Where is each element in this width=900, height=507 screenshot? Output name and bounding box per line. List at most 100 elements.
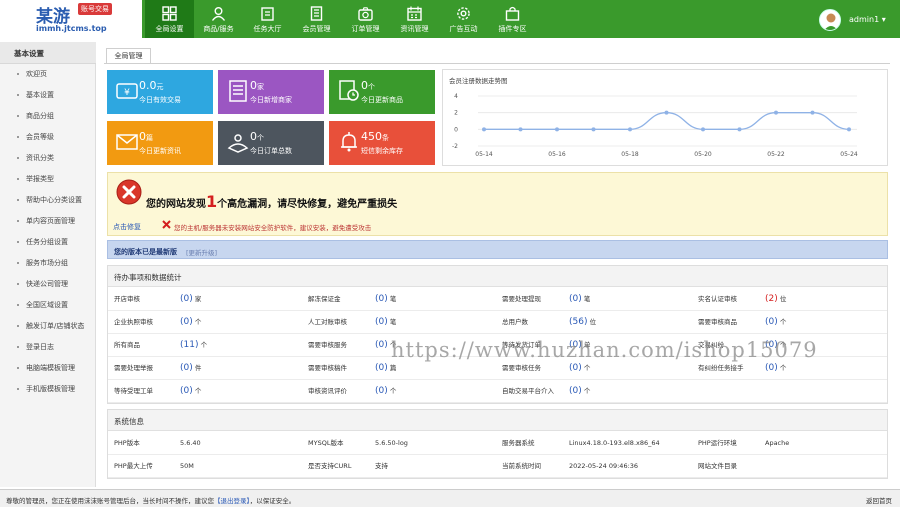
sysinfo-label: 是否支持CURL [308, 462, 352, 470]
site-logo[interactable]: 某游 账号交易 immh.jtcms.top [0, 0, 142, 38]
nav-tab-8[interactable]: 插件专区 [488, 0, 537, 38]
todo-unit: 家 [194, 295, 202, 303]
todo-value[interactable]: (0) 个 [569, 380, 590, 403]
user-name: admin1 [849, 15, 880, 24]
user-avatar[interactable] [819, 9, 841, 31]
status-message: 尊敬的管理员，您正在使用沫沫账号管理后台，当长时间不操作，建议您【退出登录】，以… [6, 495, 295, 505]
sidebar-item[interactable]: 快递公司管理 [0, 274, 96, 294]
data-point [847, 127, 851, 132]
clock-doc-icon [339, 80, 359, 101]
todo-value[interactable]: (11) 个 [180, 334, 207, 357]
todo-count-number: 0 [572, 363, 579, 373]
sidebar-item[interactable]: 基本设置 [0, 85, 96, 105]
x-tick-label: 05-22 [767, 151, 785, 158]
todo-label: 需要审核商品 [698, 318, 737, 326]
todo-value[interactable]: (0) 个 [180, 311, 201, 334]
fix-link[interactable]: 点击修复 [113, 222, 141, 232]
todo-value[interactable]: (0) 个 [375, 380, 396, 403]
todo-count-number: 0 [378, 386, 385, 396]
nav-tab-1[interactable]: 全局设置 [145, 0, 194, 38]
tile-number: 0 [250, 130, 257, 143]
nav-tab-5[interactable]: 订单管理 [341, 0, 390, 38]
sidebar-item[interactable]: 单内容页面管理 [0, 211, 96, 231]
tile-value: 450条 [361, 130, 389, 143]
todo-value[interactable]: (0) 家 [180, 288, 201, 311]
stat-tile[interactable]: ¥0.0元 今日有效交易 [107, 70, 213, 114]
stat-tile[interactable]: 0篇 今日更新资讯 [107, 121, 213, 165]
sidebar-item[interactable]: 帮助中心分类设置 [0, 190, 96, 210]
todo-unit: 笔 [389, 318, 397, 326]
data-point [628, 127, 632, 132]
sysinfo-value: 支持 [375, 462, 388, 470]
todo-unit: 个 [779, 364, 787, 372]
sidebar-item[interactable]: 电脑端模板管理 [0, 358, 96, 378]
todo-value[interactable]: (0) 笔 [569, 288, 590, 311]
todo-value[interactable]: (2) 位 [765, 288, 786, 311]
y-tick-label: 2 [454, 110, 458, 117]
nav-tab-2[interactable]: 商品/服务 [194, 0, 243, 38]
stat-tile[interactable]: 0个 今日订单总数 [218, 121, 324, 165]
tile-number: 450 [361, 130, 382, 143]
todo-count: (56) [569, 317, 588, 327]
tile-unit: 个 [257, 134, 264, 142]
data-point [810, 110, 815, 115]
todo-unit: 笔 [583, 295, 591, 303]
todo-value[interactable]: (56) 位 [569, 311, 596, 334]
data-point [701, 127, 705, 132]
sidebar-item[interactable]: 任务分组设置 [0, 232, 96, 252]
todo-count-number: 0 [378, 363, 385, 373]
nav-tab-6[interactable]: 资讯管理 [390, 0, 439, 38]
todo-unit: 个 [583, 387, 591, 395]
update-link[interactable]: [更新升级] [186, 247, 217, 257]
todo-value[interactable]: (0) 件 [180, 357, 201, 380]
todo-value[interactable]: (0) 个 [765, 311, 786, 334]
document-icon [310, 6, 323, 21]
sidebar-item[interactable]: 会员等级 [0, 127, 96, 147]
nav-tab-label: 订单管理 [351, 25, 380, 33]
sidebar-item[interactable]: 欢迎页 [0, 64, 96, 84]
alert-title-pre: 您的网站发现 [146, 199, 206, 210]
order-icon [227, 134, 249, 153]
sidebar-item[interactable]: 举报类型 [0, 169, 96, 189]
todo-value[interactable]: (0) 笔 [375, 311, 396, 334]
tile-label: 今日有效交易 [139, 96, 181, 104]
sidebar-item[interactable]: 触发订单/店铺状态 [0, 316, 96, 336]
todo-label: 审核资讯评价 [308, 387, 347, 395]
bell-icon [341, 132, 357, 152]
todo-count-number: 11 [183, 340, 195, 350]
sidebar-item[interactable]: 登录日志 [0, 337, 96, 357]
stat-tile[interactable]: 0家 今日新增商家 [218, 70, 324, 114]
todo-value[interactable]: (0) 个 [180, 380, 201, 403]
sidebar-item[interactable]: 资讯分类 [0, 148, 96, 168]
tile-number: 0 [139, 130, 146, 143]
todo-value[interactable]: (0) 笔 [375, 288, 396, 311]
todo-label: 需要处理举报 [114, 364, 153, 372]
todo-count: (11) [180, 340, 199, 350]
user-name-menu[interactable]: admin1 ▾ [849, 15, 886, 24]
tile-number: 0.0 [139, 79, 157, 92]
nav-tab-4[interactable]: 会员管理 [292, 0, 341, 38]
todo-label: 需要处理提现 [502, 295, 541, 303]
gear-icon [457, 7, 470, 20]
sysinfo-label: 网站文件目录 [698, 462, 737, 470]
logout-link[interactable]: 【退出登录】 [214, 497, 250, 505]
sidebar-title: 基本设置 [0, 42, 96, 64]
data-point [664, 110, 669, 115]
status-pre: 尊敬的管理员，您正在使用沫沫账号管理后台，当长时间不操作，建议您 [6, 497, 214, 505]
data-point [591, 127, 596, 132]
home-link[interactable]: 返回首页 [866, 495, 892, 505]
y-tick-label: -2 [452, 143, 458, 150]
stat-tile[interactable]: 0个 今日更新商品 [329, 70, 435, 114]
sidebar-item[interactable]: 商品分组 [0, 106, 96, 126]
stat-tile[interactable]: 450条 短信剩余库存 [329, 121, 435, 165]
sidebar-item[interactable]: 全国区域设置 [0, 295, 96, 315]
nav-tab-7[interactable]: 广告互动 [439, 0, 488, 38]
tab-global-management[interactable]: 全局管理 [106, 48, 151, 64]
sidebar-item[interactable]: 服务市场分组 [0, 253, 96, 273]
data-point [737, 127, 742, 132]
status-post: ，以保证安全。 [249, 497, 296, 505]
nav-tab-3[interactable]: 任务大厅 [243, 0, 292, 38]
sidebar-item[interactable]: 手机版模板管理 [0, 379, 96, 399]
todo-unit: 件 [194, 364, 202, 372]
todo-row: 企业执照审核 (0) 个 人工对账审核 (0) 笔 总用户数 (56) 位 需要审核商品 (0… [108, 311, 887, 334]
